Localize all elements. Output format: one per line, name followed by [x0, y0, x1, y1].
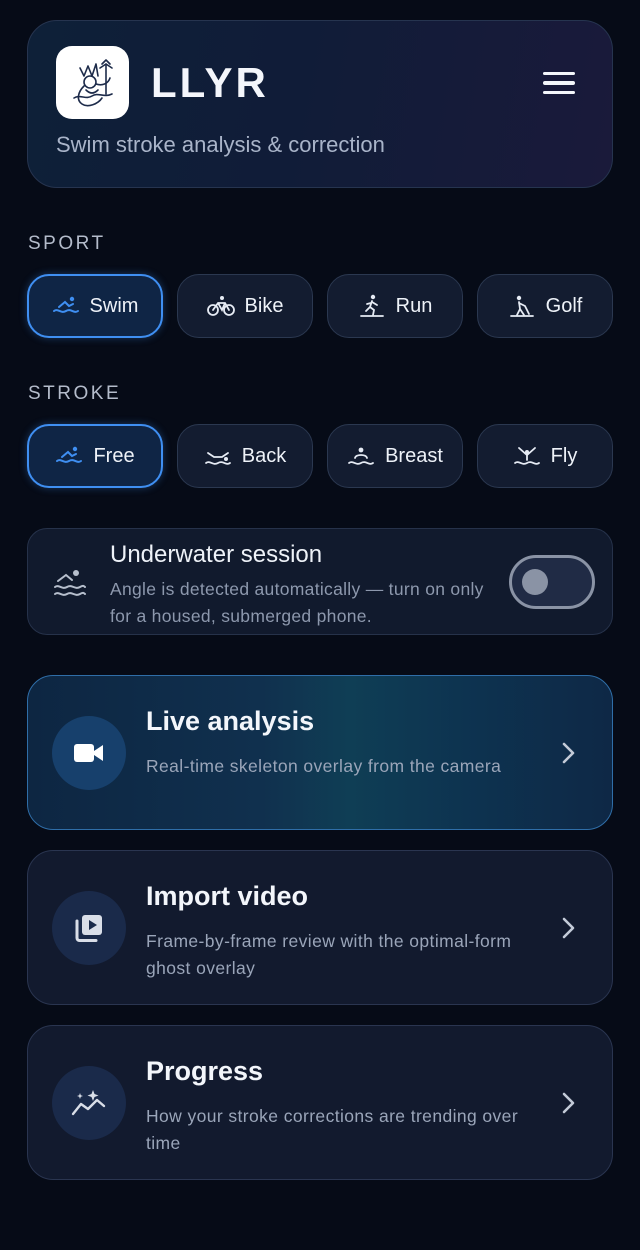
video-library-icon [75, 915, 102, 942]
neptune-logo-icon [72, 58, 113, 106]
chevron-right-icon [562, 1092, 575, 1114]
hamburger-icon [543, 71, 575, 76]
underwater-session-card: Underwater session Angle is detected aut… [27, 528, 613, 635]
stroke-section-label: STROKE [28, 383, 122, 404]
underwater-session-title: Underwater session [110, 541, 323, 568]
app-header: LLYR Swim stroke analysis & correction [27, 20, 613, 188]
pool-swimmer-icon [54, 570, 86, 596]
live-analysis-description: Real-time skeleton overlay from the came… [146, 756, 502, 776]
hamburger-icon-bar [543, 90, 575, 95]
import-video-icon-badge [52, 891, 126, 965]
import-video-card[interactable]: Import video Frame-by-frame review with … [27, 850, 613, 1005]
sport-selector: Swim Bike Run Golf [27, 274, 613, 338]
sport-chip-label: Bike [244, 294, 284, 317]
chevron-right-icon [562, 917, 575, 939]
app-name: LLYR [151, 59, 269, 106]
import-video-description: Frame-by-frame review with the optimal-f… [146, 931, 512, 978]
stroke-selector: Free Back Breast Fly [27, 424, 613, 488]
home-screen: LLYR Swim stroke analysis & correction S… [0, 0, 640, 1250]
stroke-chip-back[interactable]: Back [177, 424, 313, 488]
stroke-chip-label: Free [93, 444, 135, 467]
sport-chip-golf[interactable]: Golf [477, 274, 613, 338]
live-analysis-card[interactable]: Live analysis Real-time skeleton overlay… [27, 675, 613, 830]
stroke-chip-label: Back [241, 444, 287, 467]
stroke-chip-breast[interactable]: Breast [327, 424, 463, 488]
trend-sparkle-icon [71, 1090, 106, 1116]
progress-card[interactable]: Progress How your stroke corrections are… [27, 1025, 613, 1180]
swimmer-icon [52, 294, 80, 318]
live-analysis-title: Live analysis [146, 706, 315, 736]
stroke-chip-fly[interactable]: Fly [477, 424, 613, 488]
freestyle-icon [55, 444, 83, 468]
stroke-chip-free[interactable]: Free [27, 424, 163, 488]
underwater-session-toggle[interactable] [509, 555, 595, 609]
breaststroke-icon [347, 444, 375, 468]
sport-section-label: SPORT [28, 233, 106, 254]
menu-button[interactable] [534, 65, 584, 101]
bike-icon [206, 294, 235, 318]
app-logo [56, 46, 129, 119]
import-video-title: Import video [146, 881, 309, 911]
progress-icon-badge [52, 1066, 126, 1140]
stroke-chip-label: Breast [385, 444, 443, 467]
sport-chip-swim[interactable]: Swim [27, 274, 163, 338]
sport-chip-label: Swim [89, 294, 139, 317]
underwater-session-description: Angle is detected automatically — turn o… [110, 579, 484, 626]
hamburger-icon-bar [543, 81, 575, 85]
butterfly-icon [513, 444, 541, 468]
progress-description: How your stroke corrections are trending… [146, 1106, 519, 1153]
progress-title: Progress [146, 1056, 264, 1086]
backstroke-icon [204, 444, 232, 468]
video-camera-icon [74, 744, 103, 762]
golfer-icon [508, 294, 536, 318]
stroke-chip-label: Fly [550, 444, 578, 467]
sport-chip-label: Golf [545, 294, 583, 317]
chevron-right-icon [562, 742, 575, 764]
sport-chip-bike[interactable]: Bike [177, 274, 313, 338]
sport-chip-label: Run [395, 294, 433, 317]
toggle-knob [522, 569, 548, 595]
runner-icon [358, 294, 386, 318]
live-analysis-icon-badge [52, 716, 126, 790]
sport-chip-run[interactable]: Run [327, 274, 463, 338]
app-tagline: Swim stroke analysis & correction [56, 132, 385, 157]
